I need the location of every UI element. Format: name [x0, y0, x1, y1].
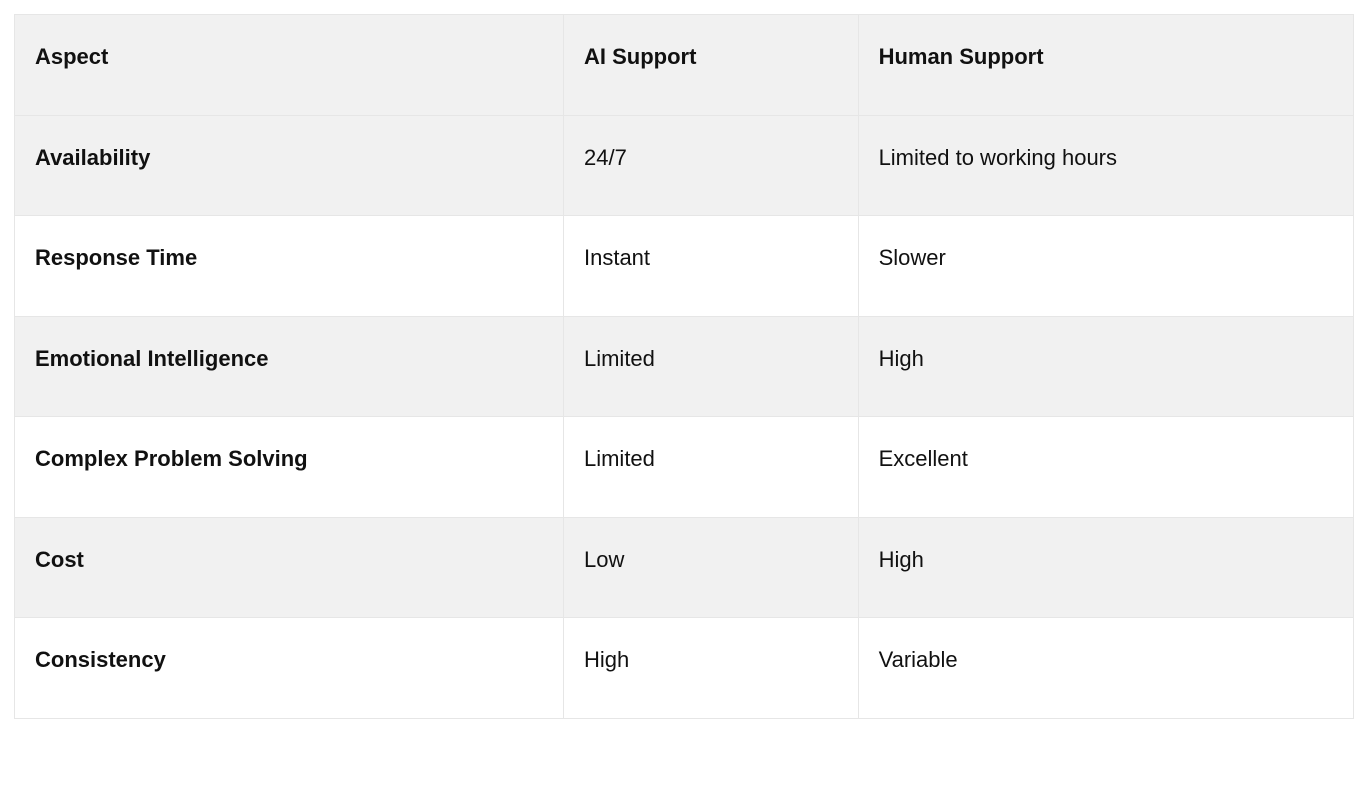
cell-aspect: Consistency [15, 618, 564, 719]
table-row: Complex Problem Solving Limited Excellen… [15, 417, 1354, 518]
cell-aspect: Availability [15, 115, 564, 216]
cell-ai-support: Limited [563, 316, 858, 417]
cell-ai-support: 24/7 [563, 115, 858, 216]
cell-ai-support: Low [563, 517, 858, 618]
cell-human-support: Limited to working hours [858, 115, 1353, 216]
cell-human-support: Variable [858, 618, 1353, 719]
table-row: Availability 24/7 Limited to working hou… [15, 115, 1354, 216]
cell-aspect: Complex Problem Solving [15, 417, 564, 518]
comparison-table: Aspect AI Support Human Support Availabi… [14, 14, 1354, 719]
table-row: Response Time Instant Slower [15, 216, 1354, 317]
cell-human-support: High [858, 316, 1353, 417]
table-row: Cost Low High [15, 517, 1354, 618]
cell-human-support: Slower [858, 216, 1353, 317]
cell-ai-support: Limited [563, 417, 858, 518]
cell-aspect: Emotional Intelligence [15, 316, 564, 417]
table-header-human-support: Human Support [858, 15, 1353, 116]
cell-human-support: Excellent [858, 417, 1353, 518]
cell-human-support: High [858, 517, 1353, 618]
table-header-row: Aspect AI Support Human Support [15, 15, 1354, 116]
cell-aspect: Response Time [15, 216, 564, 317]
table-row: Emotional Intelligence Limited High [15, 316, 1354, 417]
table-header-ai-support: AI Support [563, 15, 858, 116]
cell-ai-support: High [563, 618, 858, 719]
table-header-aspect: Aspect [15, 15, 564, 116]
cell-aspect: Cost [15, 517, 564, 618]
cell-ai-support: Instant [563, 216, 858, 317]
table-row: Consistency High Variable [15, 618, 1354, 719]
